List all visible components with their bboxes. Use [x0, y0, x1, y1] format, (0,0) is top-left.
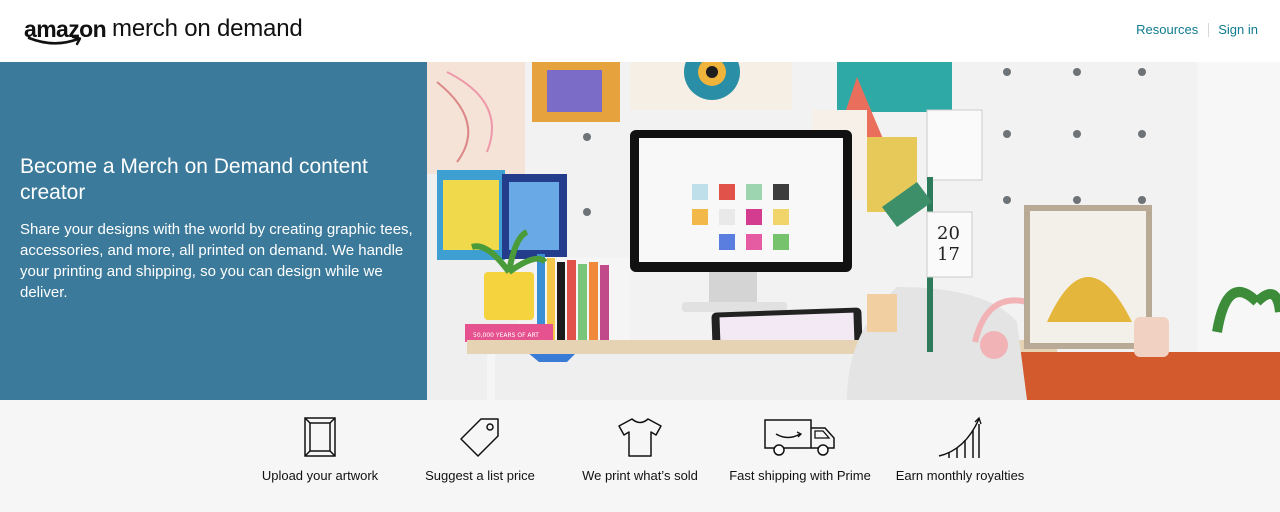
- hero-panel: Become a Merch on Demand content creator…: [0, 62, 427, 400]
- hero-image: 50,000 YEARS OF ART 20 17: [427, 62, 1280, 400]
- price-tag-icon: [460, 418, 499, 457]
- feature-label: Earn monthly royalties: [895, 468, 1025, 483]
- frame-icon: [304, 417, 336, 457]
- site-header: amazon merch on demand Resources Sign in: [0, 0, 1280, 62]
- resources-link[interactable]: Resources: [1136, 22, 1198, 37]
- workspace-illustration: 50,000 YEARS OF ART 20 17: [427, 62, 1280, 400]
- book-spine-text: 50,000 YEARS OF ART: [473, 332, 539, 339]
- hero-description: Share your designs with the world by cre…: [20, 221, 413, 301]
- feature-label: Suggest a list price: [425, 468, 535, 483]
- nav-divider: [1208, 22, 1210, 37]
- hero-title: Become a Merch on Demand content creator: [20, 155, 368, 204]
- calendar-bottom-number: 17: [937, 244, 960, 265]
- calendar-top-number: 20: [937, 223, 960, 244]
- delivery-truck-icon: [764, 419, 835, 456]
- amazon-smile-icon: [27, 35, 82, 46]
- t-shirt-icon: [618, 418, 662, 457]
- feature-label: Fast shipping with Prime: [729, 468, 871, 483]
- amazon-merch-logo[interactable]: amazon merch on demand: [24, 14, 303, 50]
- growth-chart-icon: [938, 416, 982, 458]
- feature-label: Upload your artwork: [261, 468, 379, 483]
- logo-product-name: merch on demand: [112, 15, 303, 42]
- features-strip: Upload your artwork Suggest a list price…: [0, 400, 1280, 512]
- header-nav: Resources Sign in: [1136, 22, 1258, 37]
- feature-label: We print what’s sold: [582, 468, 698, 483]
- sign-in-link[interactable]: Sign in: [1218, 22, 1258, 37]
